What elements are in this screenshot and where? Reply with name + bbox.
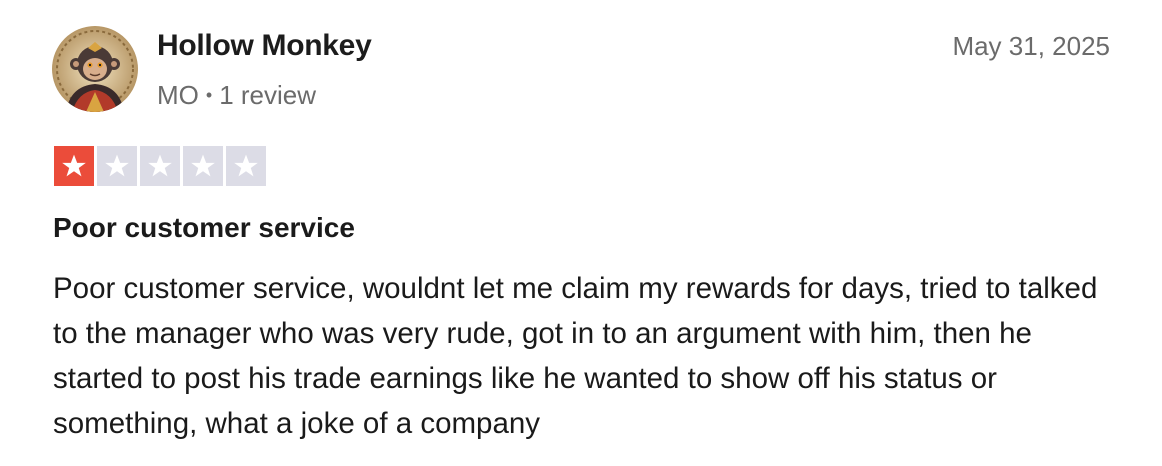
star-icon (234, 154, 258, 177)
star-icon (62, 154, 86, 177)
meta-separator: • (205, 85, 213, 105)
reviewer-name[interactable]: Hollow Monkey (157, 29, 372, 63)
star-icon (148, 154, 172, 177)
reviewer-review-count[interactable]: 1 review (219, 80, 316, 110)
reviewer-country: MO (157, 80, 199, 110)
star-empty (140, 146, 180, 186)
star-rating (54, 146, 266, 186)
star-filled (54, 146, 94, 186)
star-empty (97, 146, 137, 186)
monkey-avatar-icon (52, 26, 138, 112)
star-icon (191, 154, 215, 177)
review-title[interactable]: Poor customer service (53, 212, 355, 244)
star-empty (183, 146, 223, 186)
reviewer-meta: MO • 1 review (157, 80, 316, 111)
review-date: May 31, 2025 (952, 31, 1110, 61)
star-empty (226, 146, 266, 186)
avatar[interactable] (52, 26, 138, 112)
review-card: Hollow Monkey MO • 1 review May 31, 2025 P… (0, 0, 1162, 466)
star-icon (105, 154, 129, 177)
review-body: Poor customer service, wouldnt let me cl… (53, 272, 1098, 440)
